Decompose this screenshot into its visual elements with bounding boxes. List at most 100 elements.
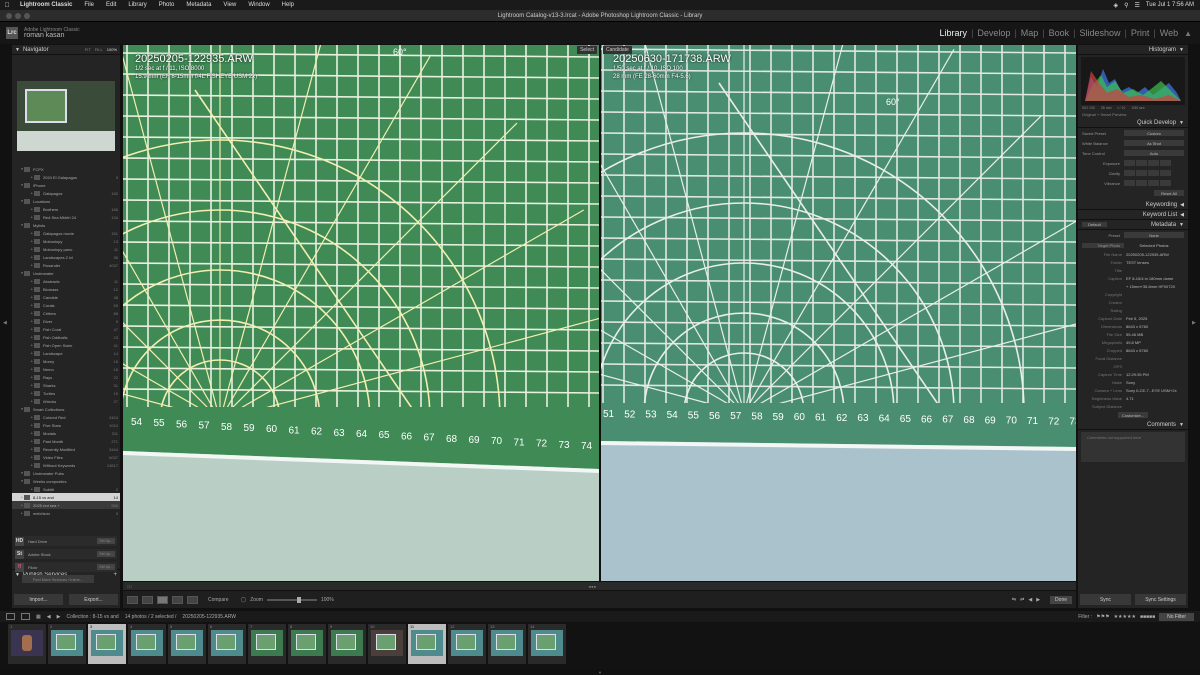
compare-candidate-image[interactable]: 51 52 53 54 55 56 57 58 59 60 61 62 63 64 65 66 67 68 69 70…	[601, 45, 1076, 581]
filmstrip-thumbnail[interactable]: 4	[128, 624, 166, 664]
metadata-field[interactable]: + 15mm+35.6mm HF00720	[1078, 282, 1188, 290]
quick-develop-header[interactable]: Quick Develop ▼	[1078, 118, 1188, 128]
filter-flags-icon[interactable]: ⚑⚑⚑	[1096, 614, 1109, 620]
collection-item[interactable]: ▸ 2024 El Galapagos 3	[12, 173, 120, 181]
collection-item[interactable]: ▸ Landscape 14	[12, 349, 120, 357]
filmstrip-thumbnail[interactable]: 3	[88, 624, 126, 664]
selected-photos-button[interactable]: Selected Photos	[1124, 243, 1184, 248]
cloud-icon[interactable]: ▲	[1184, 29, 1192, 38]
keywording-header[interactable]: Keywording ◀	[1078, 200, 1188, 210]
rating-dots[interactable]: ●●●	[589, 584, 596, 589]
clarity-buttons[interactable]	[1124, 170, 1171, 176]
navigator-preview[interactable]	[17, 81, 115, 151]
collection-item[interactable]: ▸ Candide 38	[12, 293, 120, 301]
metadata-field[interactable]: File Name 20250205-122935.ARW	[1078, 250, 1188, 258]
module-develop[interactable]: Develop	[977, 28, 1010, 38]
module-map[interactable]: Map	[1021, 28, 1039, 38]
collection-item[interactable]: ▸ Galapagos movie 151	[12, 229, 120, 237]
people-view-icon[interactable]	[187, 595, 198, 604]
collection-set[interactable]: ▼ Mylists	[12, 221, 120, 229]
next-photo-icon[interactable]: ▶	[1036, 597, 1040, 603]
customize-button[interactable]: Customize...	[1118, 412, 1148, 418]
import-button[interactable]: Import...	[14, 594, 63, 605]
module-book[interactable]: Book	[1049, 28, 1070, 38]
publish-adobe-stock[interactable]: St Adobe Stock Set Up...	[15, 549, 117, 559]
collection-item[interactable]: ▸ Corals 55	[12, 301, 120, 309]
module-print[interactable]: Print	[1131, 28, 1150, 38]
menu-window[interactable]: Window	[242, 2, 275, 8]
collection-item[interactable]: ▸ Sharks 31	[12, 381, 120, 389]
metadata-field[interactable]: Focal Distance	[1078, 354, 1188, 362]
smart-preview-status[interactable]: Original + Smart Preview	[1078, 111, 1188, 118]
white-balance-dropdown[interactable]: As Shot	[1124, 140, 1184, 146]
zoom-lock-icon[interactable]: ◯	[241, 597, 247, 603]
filmstrip-thumbnail[interactable]: 9	[328, 624, 366, 664]
source-collection[interactable]: Collection : 8-15 vs and	[66, 614, 118, 620]
collection-item[interactable]: ▸ Five Stars 1024	[12, 421, 120, 429]
collection-set[interactable]: ▼ Weeks composites	[12, 477, 120, 485]
metadata-field[interactable]: File Size 55.46 MB	[1078, 330, 1188, 338]
filmstrip-thumbnail[interactable]: 7	[248, 624, 286, 664]
collection-item[interactable]: ▸ Colored Red 2404	[12, 413, 120, 421]
sync-button[interactable]: Sync	[1080, 594, 1131, 605]
collection-item[interactable]: ▸ Fish Oddballs 23	[12, 333, 120, 341]
comments-header[interactable]: Comments ▼	[1078, 420, 1188, 430]
metadata-field[interactable]: Rating	[1078, 306, 1188, 314]
module-library[interactable]: Library	[940, 28, 968, 38]
collection-item[interactable]: ▸ Landscapes 2 lvl 36	[12, 253, 120, 261]
metadata-field[interactable]: Camera + Lens Sony ILCE-7...EYE USM+2x	[1078, 386, 1188, 394]
compare-select-image[interactable]: 54 55 56 57 58 59 60 61 62 63 64 65 66 67 68 69 70 71 72 73…	[123, 45, 599, 581]
close-window-icon[interactable]	[6, 13, 12, 19]
collection-item[interactable]: ▸ Subtitl 2	[12, 485, 120, 493]
filter-stars-icon[interactable]: ★★★★★	[1114, 614, 1136, 620]
metadata-header[interactable]: Default Metadata ▼	[1078, 220, 1188, 230]
menu-app-name[interactable]: Lightroom Classic	[14, 2, 78, 8]
collection-item[interactable]: ▸ Red Sea Mkhfri 24 134	[12, 213, 120, 221]
metadata-field[interactable]: Title	[1078, 266, 1188, 274]
minimize-window-icon[interactable]	[15, 13, 21, 19]
metadata-field[interactable]: Make Sony	[1078, 378, 1188, 386]
menu-edit[interactable]: Edit	[100, 2, 122, 8]
filmstrip-thumbnail[interactable]: 8	[288, 624, 326, 664]
collection-set[interactable]: ▼ Locations	[12, 197, 120, 205]
make-select-icon[interactable]: ⇄	[1020, 597, 1024, 603]
menu-library[interactable]: Library	[122, 2, 152, 8]
main-window-icon[interactable]	[6, 613, 15, 620]
filmstrip-thumbnail[interactable]: 13	[488, 624, 526, 664]
second-window-icon[interactable]	[21, 613, 30, 620]
menu-help[interactable]: Help	[276, 2, 300, 8]
filter-dropdown[interactable]: No Filter	[1159, 612, 1194, 621]
filter-colors-icon[interactable]: ■■■■■	[1140, 614, 1155, 620]
zoom-100[interactable]: 100%	[107, 47, 117, 52]
collection-item[interactable]: ▸ Wrecks 27	[12, 397, 120, 405]
done-button[interactable]: Done	[1050, 595, 1072, 604]
collection-item[interactable]: ▸ melchiorx 3	[12, 509, 120, 517]
metadata-field[interactable]: Folder TEST lenses	[1078, 258, 1188, 266]
metadata-field[interactable]: Caption EF 8-15/4 in 180mm dome	[1078, 274, 1188, 282]
collection-item[interactable]: ▸ Rays 22	[12, 373, 120, 381]
auto-tone-button[interactable]: Auto	[1124, 150, 1184, 156]
metadata-field[interactable]: Dimensions 8643 x 5760	[1078, 322, 1188, 330]
zoom-slider[interactable]	[266, 596, 317, 603]
lock-icon[interactable]: □□	[127, 584, 132, 589]
metadata-field[interactable]: GPS	[1078, 362, 1188, 370]
comments-box[interactable]: Comments not supported here	[1081, 432, 1185, 462]
setup-button[interactable]: Set Up...	[97, 564, 115, 570]
collection-set[interactable]: ▼ FCPX	[12, 165, 120, 173]
add-service-icon[interactable]: +	[113, 572, 117, 578]
grid-view-icon[interactable]	[127, 595, 138, 604]
filmstrip-thumbnail[interactable]: 6	[208, 624, 246, 664]
metadata-field[interactable]: Cropped 8643 x 5760	[1078, 346, 1188, 354]
metadata-preset-select[interactable]: None	[1124, 232, 1184, 238]
filmstrip-thumbnail[interactable]: 12	[448, 624, 486, 664]
metadata-field[interactable]: Capture Time 12:29:35 PM	[1078, 370, 1188, 378]
menu-photo[interactable]: Photo	[153, 2, 181, 8]
collection-item[interactable]: ▸ Without Keywords 13617	[12, 461, 120, 469]
control-center-icon[interactable]: ☰	[1134, 2, 1139, 9]
navigator-header[interactable]: ▼ Navigator FIT FILL 100%	[12, 45, 120, 55]
filmstrip-thumbnail[interactable]: 5	[168, 624, 206, 664]
collection-item[interactable]: ▸ Abstracts 11	[12, 277, 120, 285]
collection-item[interactable]: ▸ Moboslopy 13	[12, 237, 120, 245]
collection-item[interactable]: ▸ Past Month 271	[12, 437, 120, 445]
menu-metadata[interactable]: Metadata	[180, 2, 217, 8]
